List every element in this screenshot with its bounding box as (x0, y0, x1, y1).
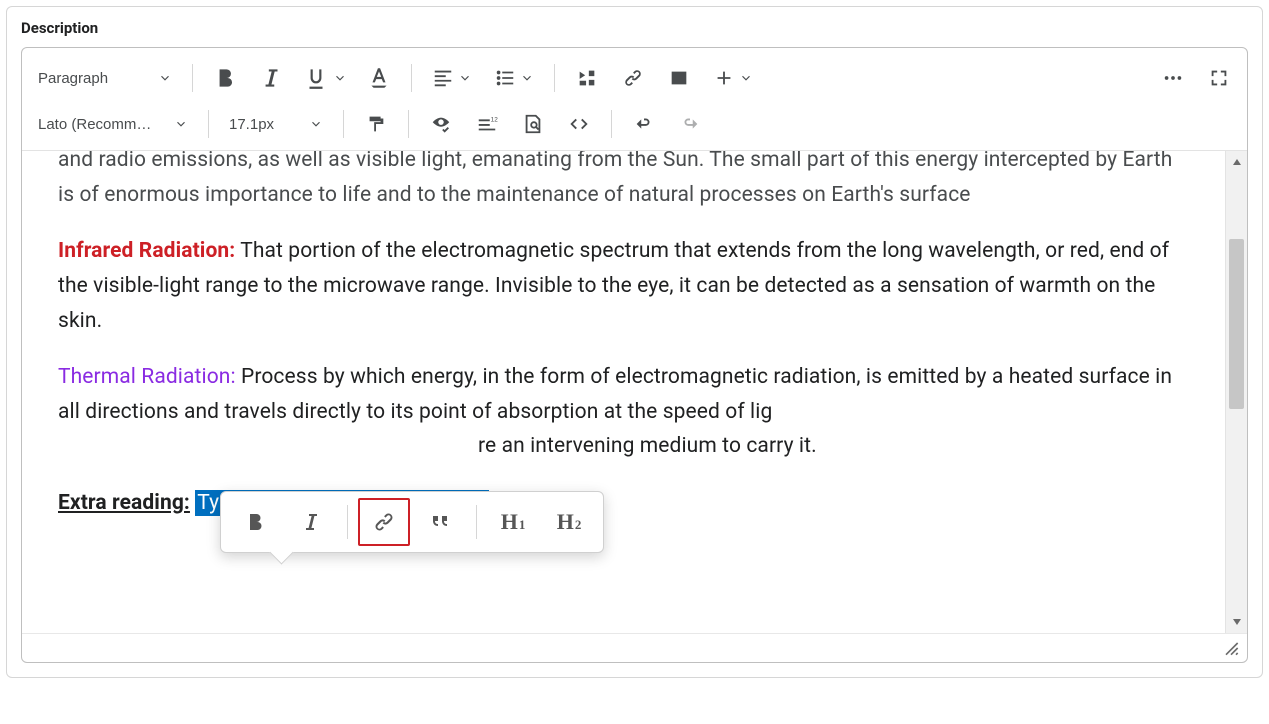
word-count-icon: 123 (476, 113, 498, 135)
separator (343, 110, 344, 138)
bold-icon (212, 65, 238, 91)
inline-quote-button[interactable] (414, 498, 466, 546)
ellipsis-icon (1162, 67, 1184, 89)
toolbar-row-1: Paragraph (30, 54, 1239, 102)
chevron-down-icon (739, 71, 753, 85)
paragraph-partial: and radio emissions, as well as visible … (58, 151, 1189, 212)
font-size-label: 17.1px (229, 116, 274, 133)
insert-stuff-icon (576, 67, 598, 89)
editor-footer (22, 633, 1247, 662)
insert-stuff-button[interactable] (567, 60, 607, 96)
link-icon (372, 510, 396, 534)
font-family-select[interactable]: Lato (Recommended) (30, 106, 196, 142)
more-actions-button[interactable] (1153, 60, 1193, 96)
quote-icon (428, 510, 452, 534)
separator (411, 64, 412, 92)
underline-icon (303, 65, 329, 91)
redo-icon (679, 113, 701, 135)
link-icon (622, 67, 644, 89)
italic-button[interactable] (251, 60, 291, 96)
inline-format-toolbar: H1 H2 (220, 491, 604, 553)
toolbar-row-2: Lato (Recommended) 17.1px 123 (30, 100, 1239, 148)
thermal-body-b: re an intervening medium to carry it. (478, 434, 817, 458)
scroll-up-button[interactable] (1226, 151, 1247, 173)
paint-roller-icon (365, 113, 387, 135)
extra-reading-label: Extra reading: (58, 491, 190, 515)
editor-panel: Description Paragraph (6, 6, 1263, 678)
image-button[interactable] (659, 60, 699, 96)
resize-handle[interactable] (1221, 638, 1241, 658)
italic-icon (299, 510, 323, 534)
scroll-down-button[interactable] (1226, 611, 1247, 633)
resize-grip-icon (1221, 638, 1241, 658)
font-size-select[interactable]: 17.1px (221, 106, 331, 142)
block-format-label: Paragraph (38, 70, 108, 87)
text-color-button[interactable] (359, 60, 399, 96)
expand-icon (1208, 67, 1230, 89)
separator (408, 110, 409, 138)
list-button[interactable] (486, 60, 542, 96)
fullscreen-button[interactable] (1199, 60, 1239, 96)
word-count-button[interactable]: 123 (467, 106, 507, 142)
triangle-up-icon (1232, 157, 1242, 167)
content-wrap: and radio emissions, as well as visible … (22, 151, 1247, 633)
scroll-thumb[interactable] (1229, 239, 1244, 409)
chevron-down-icon (458, 71, 472, 85)
link-button[interactable] (613, 60, 653, 96)
image-icon (668, 67, 690, 89)
insert-more-button[interactable] (705, 60, 761, 96)
separator (611, 110, 612, 138)
paragraph-thermal: Thermal Radiation: Process by which ener… (58, 360, 1189, 464)
preview-button[interactable] (513, 106, 553, 142)
infrared-heading: Infrared Radiation: (58, 239, 235, 263)
redo-button[interactable] (670, 106, 710, 142)
code-icon (568, 113, 590, 135)
underline-button[interactable] (297, 60, 353, 96)
undo-button[interactable] (624, 106, 664, 142)
text-color-icon (366, 65, 392, 91)
h1-label: H1 (501, 509, 526, 535)
eye-check-icon (430, 113, 452, 135)
chevron-down-icon (174, 117, 188, 131)
separator (192, 64, 193, 92)
source-code-button[interactable] (559, 106, 599, 142)
inline-h2-button[interactable]: H2 (543, 498, 595, 546)
bold-icon (243, 510, 267, 534)
bullet-list-icon (494, 67, 516, 89)
separator (476, 505, 477, 539)
format-painter-button[interactable] (356, 106, 396, 142)
h2-label: H2 (557, 509, 582, 535)
editor-content[interactable]: and radio emissions, as well as visible … (22, 151, 1225, 633)
inline-italic-button[interactable] (285, 498, 337, 546)
plus-icon (713, 67, 735, 89)
bold-button[interactable] (205, 60, 245, 96)
undo-icon (633, 113, 655, 135)
separator (554, 64, 555, 92)
separator (347, 505, 348, 539)
rich-text-editor: Paragraph (21, 47, 1248, 663)
inline-link-button[interactable] (358, 498, 410, 546)
field-label: Description (21, 19, 1248, 37)
font-family-label: Lato (Recommended) (38, 116, 156, 133)
italic-icon (258, 65, 284, 91)
align-button[interactable] (424, 60, 480, 96)
vertical-scrollbar[interactable] (1225, 151, 1247, 633)
accessibility-button[interactable] (421, 106, 461, 142)
chevron-down-icon (158, 71, 172, 85)
triangle-down-icon (1232, 617, 1242, 627)
chevron-down-icon (309, 117, 323, 131)
separator (208, 110, 209, 138)
align-left-icon (432, 67, 454, 89)
chevron-down-icon (333, 71, 347, 85)
scroll-track[interactable] (1226, 173, 1247, 611)
inline-bold-button[interactable] (229, 498, 281, 546)
chevron-down-icon (520, 71, 534, 85)
paragraph-infrared: Infrared Radiation: That portion of the … (58, 234, 1189, 338)
page-search-icon (522, 113, 544, 135)
svg-text:123: 123 (491, 116, 498, 123)
thermal-heading: Thermal Radiation: (58, 365, 236, 389)
block-format-select[interactable]: Paragraph (30, 60, 180, 96)
inline-h1-button[interactable]: H1 (487, 498, 539, 546)
editor-toolbar: Paragraph (22, 48, 1247, 151)
